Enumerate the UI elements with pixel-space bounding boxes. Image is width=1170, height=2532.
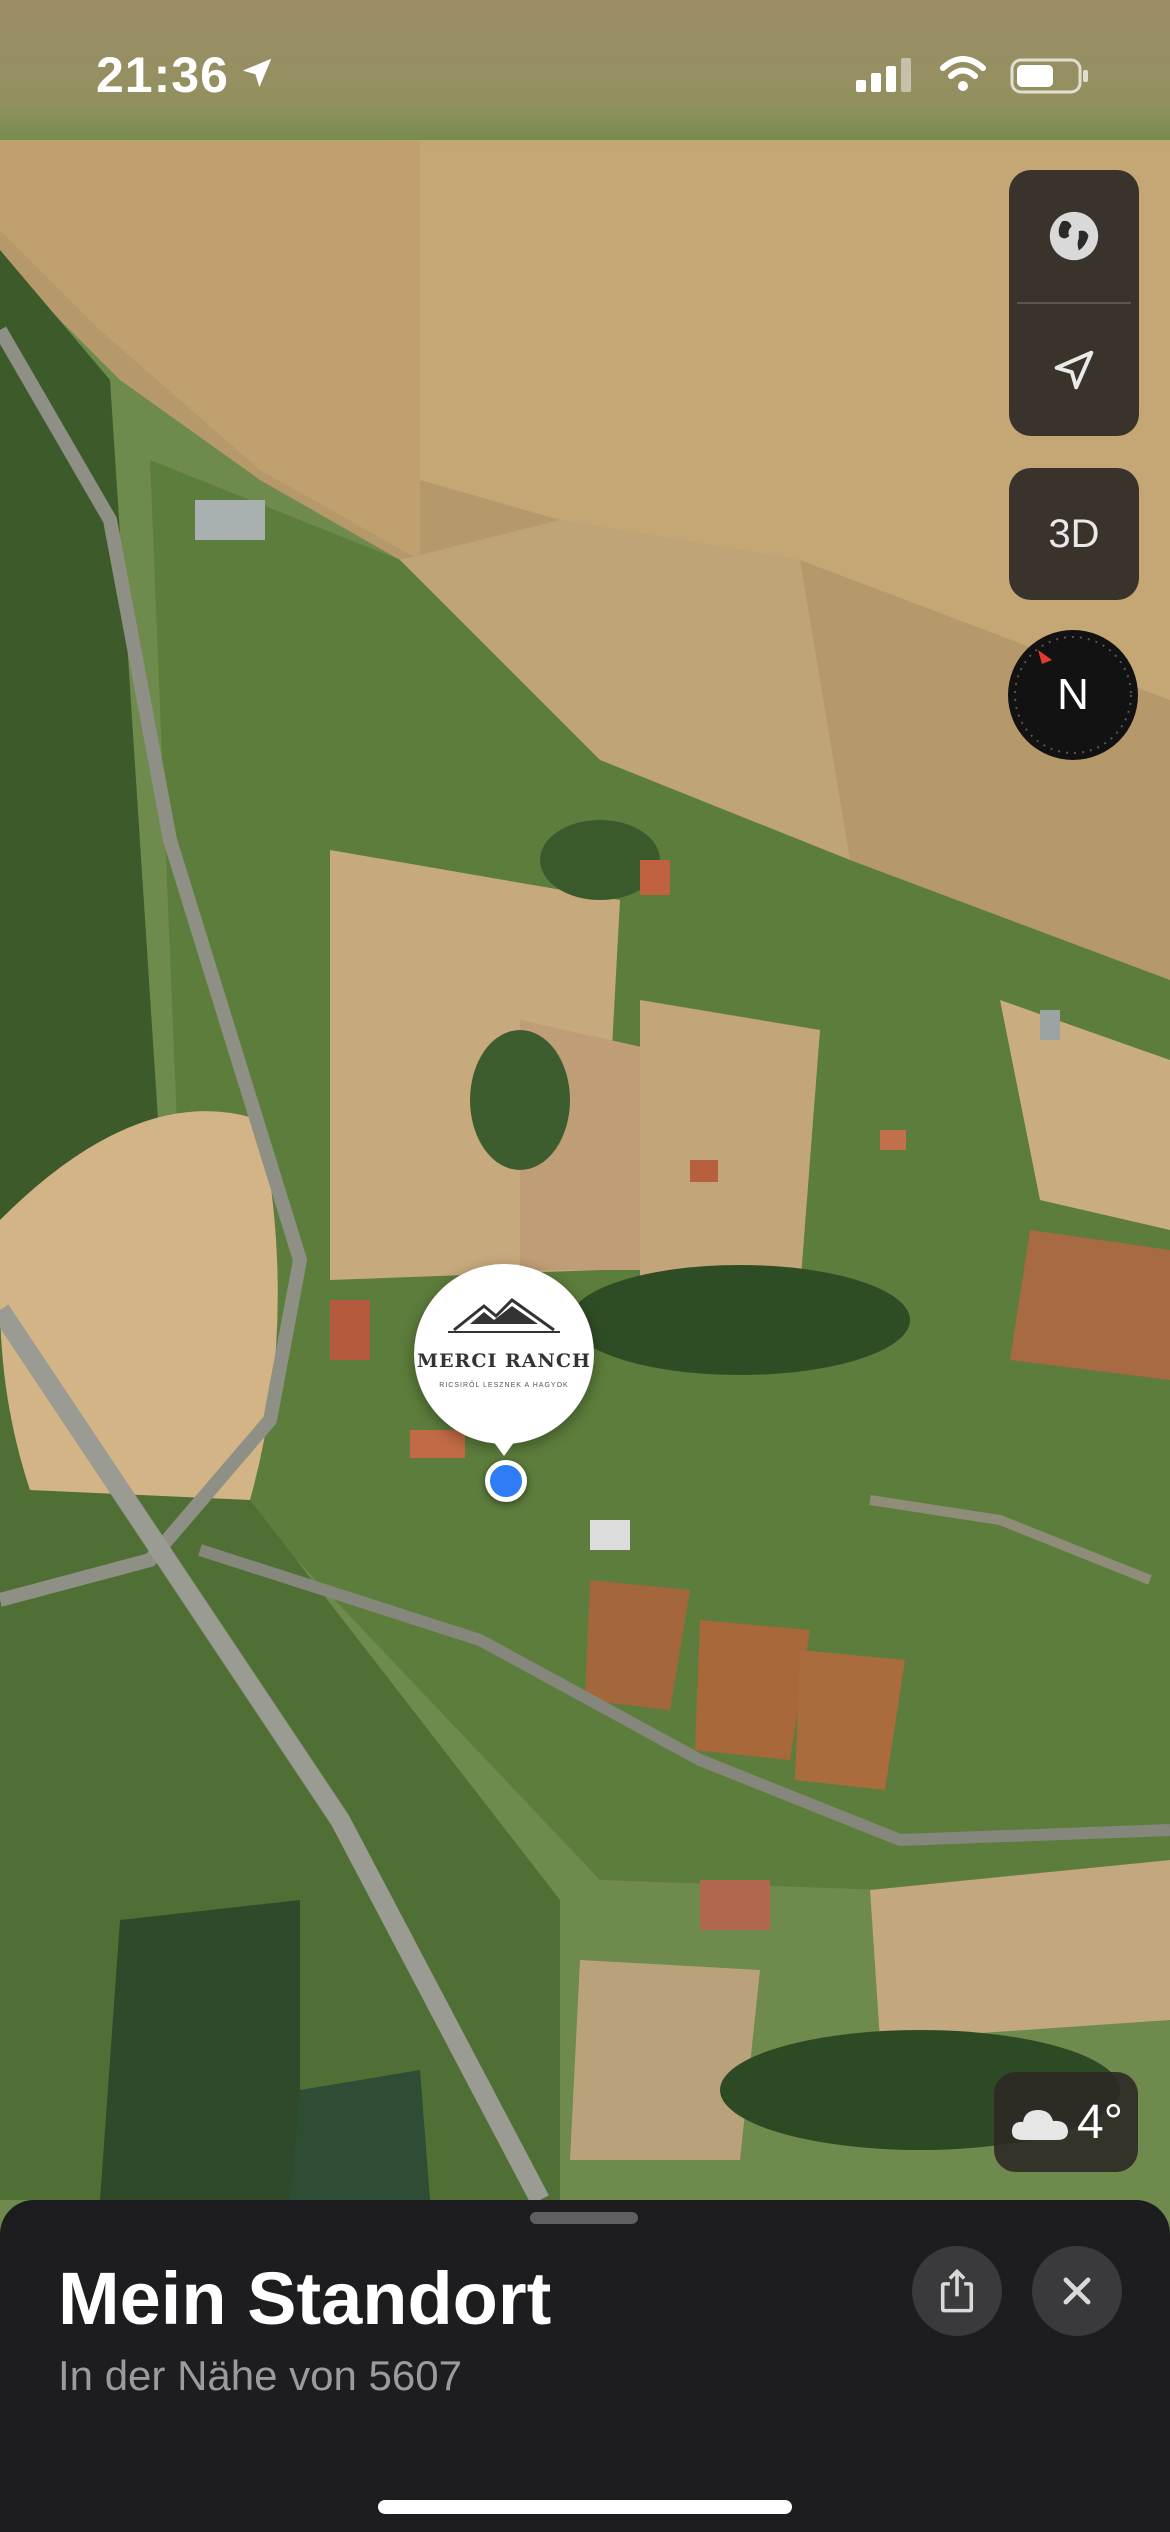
cloud-icon — [1011, 2110, 1069, 2140]
globe-button[interactable] — [1009, 170, 1139, 302]
cellular-signal-icon — [856, 58, 911, 92]
location-arrow-icon — [1054, 350, 1094, 390]
map-mode-controls — [1009, 170, 1139, 436]
sheet-subtitle: In der Nähe von 5607 — [58, 2352, 462, 2399]
three-d-button[interactable]: 3D — [1009, 468, 1139, 600]
poi-pin-tail — [488, 1434, 520, 1456]
poi-pin[interactable]: MERCI RANCH RICSIRŐL LESZNEK A HAGYOK — [414, 1264, 594, 1456]
poi-logo: MERCI RANCH RICSIRŐL LESZNEK A HAGYOK — [414, 1264, 594, 1444]
weather-badge[interactable]: 4° — [994, 2072, 1138, 2172]
poi-subtitle: RICSIRŐL LESZNEK A HAGYOK — [439, 1382, 569, 1389]
share-button[interactable] — [912, 2246, 1002, 2336]
mountain-logo-icon — [448, 1298, 560, 1333]
location-arrow-icon — [242, 58, 272, 88]
three-d-label: 3D — [1048, 511, 1100, 556]
location-sheet: Mein Standort In der Nähe von 5607 — [0, 2200, 1170, 2532]
status-bar: 21:36 — [0, 0, 1170, 150]
weather-temperature: 4° — [1077, 2095, 1123, 2149]
close-icon — [1063, 2277, 1091, 2305]
compass-label: N — [1057, 670, 1089, 719]
wifi-icon — [940, 56, 986, 91]
three-d-control: 3D — [1009, 468, 1139, 600]
poi-title: MERCI RANCH — [417, 1350, 591, 1372]
battery-icon — [1010, 58, 1088, 94]
globe-icon — [1049, 211, 1099, 261]
user-location-dot[interactable] — [485, 1460, 527, 1502]
status-time: 21:36 — [96, 47, 229, 103]
sheet-grabber[interactable] — [530, 2212, 638, 2224]
close-button[interactable] — [1032, 2246, 1122, 2336]
sheet-title: Mein Standort — [58, 2257, 552, 2340]
share-icon — [940, 2268, 974, 2313]
locate-button[interactable] — [1009, 304, 1139, 436]
home-indicator[interactable] — [378, 2500, 792, 2514]
compass-button[interactable]: N — [1008, 630, 1138, 760]
